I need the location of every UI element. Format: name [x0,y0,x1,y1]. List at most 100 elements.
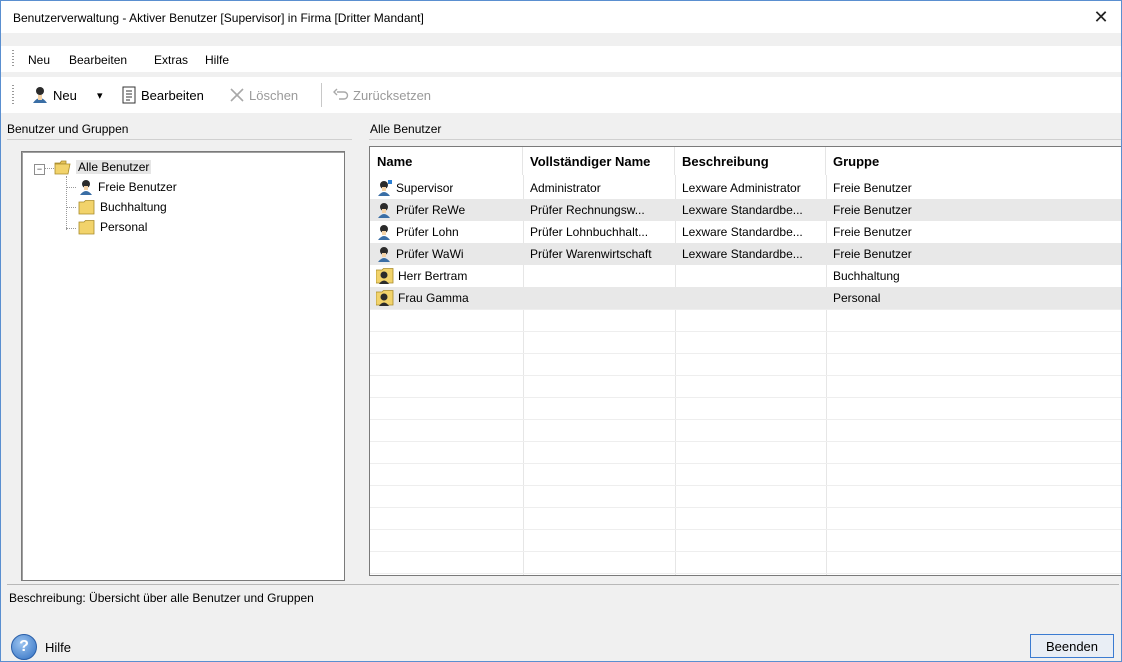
delete-button-label: Löschen [249,87,299,103]
cell-full-name: Administrator [530,181,601,195]
menu-neu[interactable]: Neu [28,53,50,67]
folder-icon [78,199,96,215]
grid-line [370,551,1121,552]
grid-line [370,507,1121,508]
toolbar-grip [12,85,14,105]
column-header-full-name[interactable]: Vollständiger Name [523,147,675,175]
user-management-window: Benutzerverwaltung - Aktiver Benutzer [S… [0,0,1122,662]
new-dropdown-icon[interactable]: ▾ [97,85,103,105]
cell-name-text: Prüfer WaWi [396,247,464,261]
tree-connector [66,228,76,229]
cell-full-name: Prüfer Rechnungsw... [530,203,645,217]
user-list: Name Vollständiger Name Beschreibung Gru… [369,146,1121,576]
menu-bar: Neu Bearbeiten Extras Hilfe [1,46,1121,72]
folder-icon [78,219,96,235]
cell-group: Buchhaltung [833,269,900,283]
group-user-icon [376,290,394,306]
tree-connector [45,168,54,169]
tree-node-personal[interactable]: Personal [78,218,147,236]
grid-line [370,419,1121,420]
tree-node-buchhaltung[interactable]: Buchhaltung [78,198,167,216]
right-pane-title: Alle Benutzer [370,122,442,136]
cell-group: Freie Benutzer [833,247,912,261]
cell-name: Frau Gamma [376,287,469,309]
delete-button[interactable]: Löschen [229,85,298,105]
cell-name-text: Frau Gamma [398,291,469,305]
cell-description: Lexware Standardbe... [682,247,803,261]
close-button[interactable]: ✕ [1081,1,1121,33]
cell-group: Freie Benutzer [833,225,912,239]
table-row[interactable]: Prüfer Lohn Prüfer Lohnbuchhalt... Lexwa… [370,221,1121,243]
open-folder-icon [54,160,72,175]
tree-node-label: Alle Benutzer [76,160,152,174]
cell-group: Freie Benutzer [833,203,912,217]
reset-button-label: Zurücksetzen [353,87,432,103]
grid-line [370,331,1121,332]
toolbar-separator [321,83,322,107]
table-row[interactable]: Herr Bertram Buchhaltung [370,265,1121,287]
tree-node-alle-benutzer[interactable]: Alle Benutzer [54,158,152,176]
cell-name: Supervisor [376,177,453,199]
help-link[interactable]: ? Hilfe [11,634,71,660]
title-bar: Benutzerverwaltung - Aktiver Benutzer [S… [1,1,1121,33]
window-title: Benutzerverwaltung - Aktiver Benutzer [S… [13,11,424,25]
column-header-description[interactable]: Beschreibung [675,147,826,175]
tree-connector [66,207,76,208]
user-icon [376,224,392,240]
cell-full-name: Prüfer Lohnbuchhalt... [530,225,649,239]
reset-button[interactable]: Zurücksetzen [333,85,431,105]
cell-name: Prüfer Lohn [376,221,459,243]
menu-hilfe[interactable]: Hilfe [205,53,229,67]
column-header-group[interactable]: Gruppe [826,147,1121,175]
help-icon: ? [11,634,37,660]
user-icon [376,246,392,262]
group-user-icon [376,268,394,284]
menu-grip [12,50,14,68]
description-bar: Beschreibung: Übersicht über alle Benutz… [7,584,1119,627]
tree-collapse-toggle[interactable]: − [34,164,45,175]
description-text: Beschreibung: Übersicht über alle Benutz… [9,591,314,605]
user-icon [78,179,94,195]
new-user-icon [31,86,49,104]
cell-full-name: Prüfer Warenwirtschaft [530,247,652,261]
grid-line [370,573,1121,574]
admin-user-icon [376,180,392,196]
edit-button-label: Bearbeiten [141,87,204,103]
grid-line [370,353,1121,354]
cell-description: Lexware Standardbe... [682,203,803,217]
cell-group: Freie Benutzer [833,181,912,195]
cell-description: Lexware Standardbe... [682,225,803,239]
grid-line [370,485,1121,486]
column-header-name[interactable]: Name [370,147,523,175]
cell-name: Herr Bertram [376,265,467,287]
tree-connector [66,176,67,230]
grid-line [370,441,1121,442]
edit-document-icon [121,86,137,104]
new-button[interactable]: Neu [31,85,77,105]
table-row[interactable]: Supervisor Administrator Lexware Adminis… [370,177,1121,199]
edit-button[interactable]: Bearbeiten [121,85,204,105]
cell-name-text: Prüfer ReWe [396,203,466,217]
cell-name: Prüfer ReWe [376,199,465,221]
tree-node-label: Freie Benutzer [98,180,177,194]
table-row[interactable]: Frau Gamma Personal [370,287,1121,309]
grid-line [370,529,1121,530]
tree-node-freie-benutzer[interactable]: Freie Benutzer [78,178,177,196]
help-label: Hilfe [45,639,72,655]
end-button[interactable]: Beenden [1030,634,1114,658]
table-row[interactable]: Prüfer WaWi Prüfer Warenwirtschaft Lexwa… [370,243,1121,265]
cell-name: Prüfer WaWi [376,243,464,265]
table-row[interactable]: Prüfer ReWe Prüfer Rechnungsw... Lexware… [370,199,1121,221]
cell-description: Lexware Administrator [682,181,801,195]
delete-x-icon [229,87,245,103]
menu-bearbeiten[interactable]: Bearbeiten [69,53,127,67]
close-icon: ✕ [1093,6,1109,27]
menu-extras[interactable]: Extras [154,53,188,67]
tree-connector [66,187,76,188]
tree-node-label: Buchhaltung [100,200,167,214]
grid-line [370,309,1121,310]
user-icon [376,202,392,218]
grid-line [370,463,1121,464]
tree-node-label: Personal [100,220,148,234]
undo-icon [333,88,349,102]
